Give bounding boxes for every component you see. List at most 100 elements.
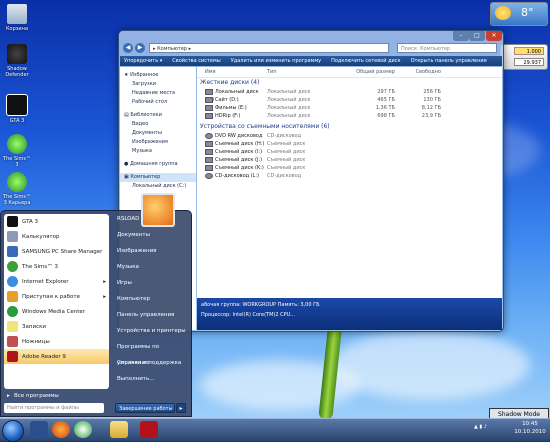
column-total-size[interactable]: Общий размер — [349, 67, 395, 77]
open-control-panel-button[interactable]: Открыть панель управления — [411, 58, 487, 64]
shutdown-button[interactable]: Завершение работы — [115, 403, 175, 413]
forward-button[interactable]: ▶ — [135, 43, 145, 53]
start-link-documents[interactable]: Документы — [113, 227, 189, 243]
nav-item-video[interactable]: Видео — [120, 120, 196, 129]
sims-icon — [7, 134, 27, 154]
nav-label: Избранное — [130, 72, 159, 78]
samsung-icon — [7, 246, 18, 257]
column-name[interactable]: Имя — [197, 67, 267, 77]
program-media-center[interactable]: Windows Media Center — [4, 304, 109, 319]
title-bar[interactable] — [119, 31, 503, 43]
nav-item-computer[interactable]: ▣ Компьютер — [120, 173, 196, 182]
drive-row[interactable]: Локальный диск (C:)Локальный диск297 ГБ2… — [197, 88, 502, 103]
cloud — [330, 330, 530, 400]
desktop-icon-label: Shadow Defender — [5, 66, 29, 78]
drive-row[interactable]: Съемный диск (K:) Съемный диск — [197, 164, 502, 172]
firefox-icon[interactable] — [52, 421, 70, 438]
drive-type: CD-дисковод — [267, 133, 302, 139]
drive-row[interactable]: CD-дисковод (L:) CD-дисковод — [197, 172, 502, 180]
nav-item-recent-places[interactable]: Недавние места — [120, 89, 196, 98]
explorer-folder-icon[interactable] — [110, 421, 128, 438]
column-type[interactable]: Тип — [267, 67, 349, 77]
shutdown-options-button[interactable]: ▸ — [176, 403, 186, 413]
drive-row[interactable]: DVD RW дисковод (...CD-дисковод — [197, 132, 502, 147]
clock[interactable]: 10:45 10.10.2010 — [512, 420, 548, 436]
dvd-drive-icon — [205, 132, 213, 139]
adobe-reader-taskbar-icon[interactable] — [140, 421, 158, 438]
program-getting-started[interactable]: Приступая к работе ▸ — [4, 289, 109, 304]
close-button[interactable]: ✕ — [486, 31, 502, 41]
start-button[interactable] — [2, 420, 24, 442]
map-network-drive-button[interactable]: Подключить сетевой диск — [331, 58, 401, 64]
nav-item-desktop[interactable]: Рабочий стол — [120, 98, 196, 107]
minimize-button[interactable]: – — [453, 31, 469, 41]
start-link-default-programs[interactable]: Программы по умолчанию — [113, 339, 189, 366]
drive-row[interactable]: Сайт (D:) Локальный диск 465 ГБ 130 ГБ — [197, 96, 502, 104]
start-programs-list: GTA 3 Калькулятор SAMSUNG PC Share Manag… — [4, 214, 109, 389]
nav-item-homegroup[interactable]: ● Домашняя группа — [120, 160, 196, 169]
start-link-devices-printers[interactable]: Устройства и принтеры — [113, 323, 189, 339]
nav-item-documents[interactable]: Документы — [120, 129, 196, 138]
drive-type: Локальный диск — [267, 113, 311, 119]
weather-gadget[interactable]: 8° — [490, 2, 548, 26]
start-link-images[interactable]: Изображения — [113, 243, 189, 259]
desktop-icon-gta3[interactable]: GTA 3 — [2, 94, 32, 124]
program-sims3[interactable]: The Sims™ 3 — [4, 259, 109, 274]
program-internet-explorer[interactable]: Internet Explorer ▸ — [4, 274, 109, 289]
program-label: Windows Media Center — [22, 308, 86, 315]
desktop-icon-recycle-bin[interactable]: Корзина — [2, 4, 32, 32]
start-link-run[interactable]: Выполнить... — [113, 371, 189, 387]
nav-libraries-header[interactable]: ▤ Библиотеки — [120, 111, 196, 120]
group-hard-disks[interactable]: Жесткие диски (4) — [197, 78, 502, 88]
drive-row[interactable]: HDRip (F:) Локальный диск 698 ГБ 23,9 ГБ — [197, 112, 502, 120]
drive-row[interactable]: Съемный диск (I:) Съемный диск — [197, 148, 502, 156]
tray-icons[interactable]: ▲ ▮ ♪ — [474, 424, 514, 434]
system-properties-button[interactable]: Свойства системы — [172, 58, 220, 64]
media-player-icon[interactable] — [74, 421, 92, 438]
drive-row[interactable]: Съемный диск (H:) Съемный диск — [197, 140, 502, 148]
arrow-right-icon: ▸ — [7, 393, 10, 399]
desktop-icon-sims3[interactable]: The Sims™ 3 — [2, 134, 32, 168]
column-free[interactable]: Свободно — [395, 67, 441, 77]
start-link-help[interactable]: Справка и поддержка — [113, 355, 189, 371]
group-removable[interactable]: Устройства со съемными носителями (6) — [197, 122, 502, 132]
nav-item-images[interactable]: Изображения — [120, 138, 196, 147]
program-calculator[interactable]: Калькулятор — [4, 229, 109, 244]
nav-item-music[interactable]: Музыка — [120, 147, 196, 156]
program-sticky-notes[interactable]: Записки — [4, 319, 109, 334]
desktop-icon-shadow-defender[interactable]: Shadow Defender — [2, 44, 32, 78]
start-link-games[interactable]: Игры — [113, 275, 189, 291]
drive-free: 23,9 ГБ — [421, 113, 441, 119]
search-input[interactable]: Поиск: Компьютер — [397, 43, 497, 53]
nav-item-downloads[interactable]: Загрузки — [120, 80, 196, 89]
program-adobe-reader[interactable]: Adobe Reader 9 — [4, 349, 109, 364]
back-button[interactable]: ◀ — [123, 43, 133, 53]
start-search-input[interactable]: Найти программы и файлы — [4, 403, 104, 413]
start-link-music[interactable]: Музыка — [113, 259, 189, 275]
clock-time: 10:45 — [522, 421, 538, 427]
nav-item-local-disk-c[interactable]: Локальный диск (C:) — [120, 182, 196, 191]
uninstall-program-button[interactable]: Удалить или изменить программу — [231, 58, 321, 64]
start-link-user[interactable]: RSLOAD — [113, 211, 189, 227]
maximize-button[interactable]: □ — [469, 31, 485, 41]
desktop-icon-sims3-career[interactable]: The Sims™ 3 Карьера — [2, 172, 32, 206]
program-label: Приступая к работе — [22, 293, 80, 300]
drive-type: CD-дисковод — [267, 173, 302, 179]
taskbar-save-icon[interactable] — [30, 421, 48, 438]
start-link-control-panel[interactable]: Панель управления — [113, 307, 189, 323]
program-gta3[interactable]: GTA 3 — [4, 214, 109, 229]
currency-gadget[interactable]: 1.000 29.937 — [500, 44, 548, 70]
details-line-1: абочая группа: WORKGROUP Память: 3,00 ГБ — [201, 302, 320, 308]
drive-row[interactable]: Фильмы (E:) Локальный диск 1,36 ТБ 8,12 ГБ — [197, 104, 502, 112]
program-samsung-share[interactable]: SAMSUNG PC Share Manager — [4, 244, 109, 259]
all-programs-button[interactable]: ▸ Все программы — [4, 391, 109, 401]
start-link-computer[interactable]: Компьютер — [113, 291, 189, 307]
program-snipping-tool[interactable]: Ножницы — [4, 334, 109, 349]
getting-started-icon — [7, 291, 18, 302]
nav-favorites-header[interactable]: ★ Избранное — [120, 71, 196, 80]
drive-total: 297 ГБ — [377, 89, 395, 95]
drive-name: Съемный диск (I:) — [215, 149, 263, 155]
address-bar[interactable]: ▸ Компьютер ▸ — [149, 43, 389, 53]
organize-button[interactable]: Упорядочить ▾ — [124, 58, 162, 64]
drive-row[interactable]: Съемный диск (J:) Съемный диск — [197, 156, 502, 164]
